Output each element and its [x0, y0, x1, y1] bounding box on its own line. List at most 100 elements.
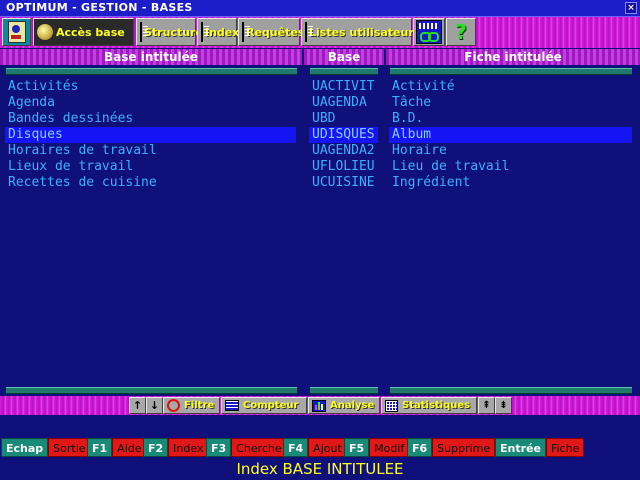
list-base: UACTIVIT UAGENDA UBD UDISQUES UAGENDA2 UFLOLI… [309, 79, 378, 191]
requetes-label: Requêtes [246, 25, 305, 39]
grid-icon [385, 399, 398, 412]
function-key-label: F2 [143, 438, 169, 457]
key-escape-button[interactable]: Echap Sortie [1, 438, 91, 457]
function-key-label: F4 [283, 438, 309, 457]
bottom-toolbar: ↑ ↓ Filtre Compteur Analyse Statistiques… [0, 396, 640, 415]
arrow-down-button[interactable]: ↓ [146, 397, 163, 414]
document-icon [242, 22, 250, 42]
acces-base-button[interactable]: Accès base [33, 18, 134, 46]
row-fiche-intitulee[interactable]: B.D. [389, 111, 632, 127]
listes-label: Listes utilisateurs [309, 25, 421, 39]
row-base[interactable]: UAGENDA [309, 95, 378, 111]
key-f5-button[interactable]: F5 Modif [344, 438, 410, 457]
row-base[interactable]: UAGENDA2 [309, 143, 378, 159]
key-f6-button[interactable]: F6 Supprime [407, 438, 496, 457]
analyse-button[interactable]: Analyse [308, 397, 380, 414]
function-key-action: Aide [112, 438, 147, 457]
globe-icon [37, 24, 53, 40]
arrow-down-icon: ↓ [149, 399, 160, 412]
index-label: Index [205, 25, 240, 39]
counter-icon [225, 400, 239, 411]
title-bar: OPTIMUM - GESTION - BASES × [0, 0, 640, 17]
row-base[interactable]: UBD [309, 111, 378, 127]
column-separator [6, 68, 297, 75]
arrow-up-button[interactable]: ↑ [129, 397, 146, 414]
help-button[interactable]: ? [446, 18, 476, 46]
arrow-up-icon: ↑ [132, 399, 143, 412]
function-key-action: Cherche [231, 438, 287, 457]
function-key-action: Modif [369, 438, 410, 457]
compteur-label: Compteur [243, 400, 299, 411]
row-fiche-intitulee[interactable]: Album [389, 127, 632, 143]
bar-chart-icon [312, 399, 326, 412]
index-button[interactable]: Index [197, 18, 240, 46]
row-base-intitulee[interactable]: Agenda [5, 95, 296, 111]
row-fiche-intitulee[interactable]: Ingrédient [389, 175, 632, 191]
column-separator [390, 68, 632, 75]
document-icon [305, 22, 313, 42]
function-key-label: Echap [1, 438, 49, 457]
listes-utilisateurs-button[interactable]: Listes utilisateurs [301, 18, 420, 46]
row-base-intitulee[interactable]: Horaires de travail [5, 143, 296, 159]
compteur-button[interactable]: Compteur [221, 397, 307, 414]
list-fiche-intitulee: Activité Tâche B.D. Album Horaire Lieu de tra… [389, 79, 632, 191]
key-f2-button[interactable]: F2 Index [143, 438, 209, 457]
function-key-label: F5 [344, 438, 370, 457]
function-key-label: F3 [206, 438, 232, 457]
page-up-icon: ⇞ [482, 400, 491, 411]
header-base[interactable]: Base [304, 49, 384, 65]
key-entree-button[interactable]: Entrée Fiche [495, 438, 585, 457]
row-base-intitulee[interactable]: Recettes de cuisine [5, 175, 296, 191]
page-down-button[interactable]: ⇟ [495, 397, 512, 414]
statistiques-label: Statistiques [402, 400, 471, 411]
filtre-label: Filtre [184, 400, 215, 411]
filtre-button[interactable]: Filtre [163, 397, 220, 414]
structure-label: Structure [144, 25, 203, 39]
row-base[interactable]: UDISQUES [309, 127, 378, 143]
row-fiche-intitulee[interactable]: Tâche [389, 95, 632, 111]
key-f3-button[interactable]: F3 Cherche [206, 438, 287, 457]
chain-link-icon [416, 20, 442, 44]
statistiques-button[interactable]: Statistiques [381, 397, 477, 414]
app-button[interactable] [2, 18, 31, 46]
row-fiche-intitulee[interactable]: Activité [389, 79, 632, 95]
analyse-label: Analyse [330, 400, 375, 411]
column-separator [6, 387, 297, 394]
function-key-action: Supprime [432, 438, 496, 457]
status-line: Index BASE INTITULEE [236, 460, 404, 478]
row-base[interactable]: UCUISINE [309, 175, 378, 191]
function-key-label: F6 [407, 438, 433, 457]
function-key-action: Sortie [48, 438, 91, 457]
column-separator [390, 387, 632, 394]
row-base-intitulee[interactable]: Lieux de travail [5, 159, 296, 175]
function-key-label: Entrée [495, 438, 546, 457]
function-key-action: Ajout [308, 438, 347, 457]
key-f4-button[interactable]: F4 Ajout [283, 438, 347, 457]
function-key-action: Index [168, 438, 209, 457]
row-base[interactable]: UFLOLIEU [309, 159, 378, 175]
row-fiche-intitulee[interactable]: Horaire [389, 143, 632, 159]
page-up-button[interactable]: ⇞ [478, 397, 495, 414]
page-down-icon: ⇟ [499, 400, 508, 411]
document-icon [140, 22, 148, 42]
row-base-intitulee[interactable]: Activités [5, 79, 296, 95]
row-base-intitulee[interactable]: Disques [5, 127, 296, 143]
function-key-label: F1 [87, 438, 113, 457]
header-fiche-intitulee[interactable]: Fiche intitulée [386, 49, 640, 65]
acces-base-label: Accès base [56, 25, 125, 39]
key-f1-button[interactable]: F1 Aide [87, 438, 147, 457]
window-title: OPTIMUM - GESTION - BASES [6, 1, 193, 14]
link-button[interactable] [413, 18, 445, 46]
row-base[interactable]: UACTIVIT [309, 79, 378, 95]
column-separator [310, 68, 378, 75]
requetes-button[interactable]: Requêtes [238, 18, 304, 46]
function-key-action: Fiche [545, 438, 585, 457]
column-separator [310, 387, 378, 394]
row-base-intitulee[interactable]: Bandes dessinées [5, 111, 296, 127]
close-button[interactable]: × [625, 2, 637, 14]
row-fiche-intitulee[interactable]: Lieu de travail [389, 159, 632, 175]
header-base-intitulee[interactable]: Base intitulée [0, 49, 302, 65]
filter-ring-icon [167, 399, 180, 412]
structure-button[interactable]: Structure [136, 18, 203, 46]
document-icon [201, 22, 209, 42]
